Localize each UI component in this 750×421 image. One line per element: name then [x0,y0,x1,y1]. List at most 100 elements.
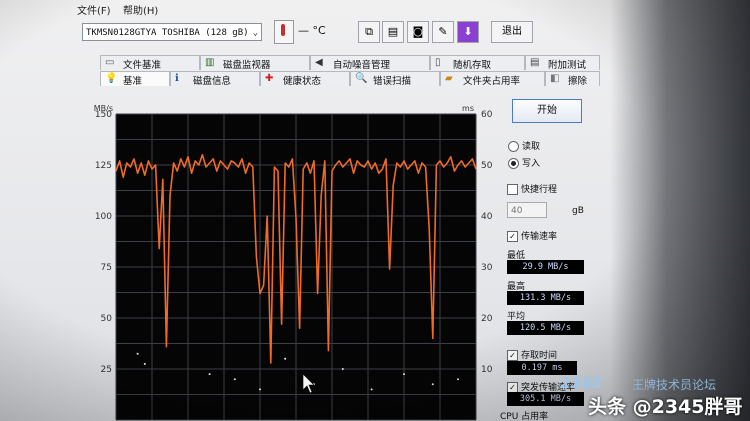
benchmark-chart-svg: MB/s ms150125100755025605040302010 [94,104,493,421]
options-button[interactable]: ✎ [432,21,454,43]
drive-select-value: TKMSN0128GTYA TOSHIBA (128 gB) [86,28,249,38]
avg-value: 120.5 MB/s [507,321,584,335]
start-button[interactable]: 开始 [512,99,582,123]
tab-disk-info[interactable]: ℹ 磁盘信息 [170,71,260,87]
random-access-icon: ▯ [435,57,441,68]
disk-info-icon: ℹ [175,73,179,84]
watermark: 2345 王牌技术员论坛 头条 @2345胖哥 [560,370,750,421]
short-stroke-unit: gB [572,206,584,216]
tab-label: 磁盘监视器 [223,60,271,71]
menu-help[interactable]: 帮助(H) [123,2,158,17]
y-left-tick-label: 100 [95,212,112,222]
read-label: 读取 [522,142,541,152]
eraser-icon: ◧ [550,73,560,84]
tab-benchmark[interactable]: 💡 基准 [100,71,170,87]
tab-health[interactable]: ✚ 健康状态 [260,71,350,87]
copy-text-button[interactable]: ⧉ [358,21,380,43]
folder-icon: ▰ [445,73,453,84]
tabs-row-top: ▭ 文件基准 ▥ 磁盘监视器 ◀ 自动噪音管理 ▯ 随机存取 ▤ 附加测试 [100,55,600,71]
y-right-tick-label: 10 [481,365,493,375]
short-stroke-checkbox[interactable] [507,184,518,195]
cpu-usage-label: CPU 占用率 [500,412,549,421]
drive-select[interactable]: TKMSN0128GTYA TOSHIBA (128 gB) ⌄ [82,23,262,41]
tab-error-scan[interactable]: 🔍 错误扫描 [350,71,440,87]
access-time-checkbox[interactable]: ✓ [507,350,518,361]
y-right-tick-label: 60 [481,110,493,120]
screenshot-button[interactable]: ◙ [407,21,429,43]
transfer-rate-label: 传输速率 [521,232,558,242]
y-right-tick-label: 40 [481,212,493,222]
short-stroke-label: 快捷行程 [521,185,558,195]
access-time-point [233,378,236,381]
thermometer-icon [274,20,294,44]
disk-monitor-icon: ▥ [205,57,215,68]
tab-label: 文件夹占用率 [463,76,521,87]
access-time-point [370,388,373,391]
y-left-tick-label: 75 [101,263,112,273]
tab-disk-monitor[interactable]: ▥ 磁盘监视器 [200,55,310,71]
min-value: 29.9 MB/s [507,260,584,274]
exit-button[interactable]: 退出 [491,21,533,43]
y-right-tick-label: 20 [481,314,493,324]
watermark-subtitle: 王牌技术员论坛 [632,378,717,392]
y-right-unit: ms [462,104,474,113]
access-time-point [136,352,139,355]
health-cross-icon: ✚ [265,73,274,84]
access-time-point [259,388,261,391]
settings-icon: ✎ [438,25,448,38]
write-radio[interactable] [508,158,519,169]
y-left-tick-label: 125 [95,161,112,171]
y-left-tick-label: 25 [101,365,112,375]
tab-folder-usage[interactable]: ▰ 文件夹占用率 [440,71,545,87]
y-right-tick-label: 50 [481,161,493,171]
tab-label: 磁盘信息 [193,76,232,87]
tab-label: 基准 [123,76,143,87]
benchmark-chart: MB/s ms 150 125 100 75 50 25 60 50 40 30 20 10 [0,100,500,421]
file-benchmark-icon: ▭ [105,57,115,68]
access-time-label: 存取时间 [521,351,558,361]
access-time-point [403,373,405,376]
max-value: 131.3 MB/s [507,291,584,305]
tab-aam[interactable]: ◀ 自动噪音管理 [310,55,430,71]
hdtune-window-photo: 文件(F) 帮助(H) TKMSN0128GTYA TOSHIBA (128 g… [0,0,750,421]
y-left-tick-label: 150 [95,110,112,120]
menu-file[interactable]: 文件(F) [77,2,111,17]
benchmark-icon: 💡 [105,73,118,84]
tabs-row-bottom: 💡 基准 ℹ 磁盘信息 ✚ 健康状态 🔍 错误扫描 ▰ 文件夹占用率 ◧ 擦除 [100,71,600,87]
access-time-point [457,378,459,381]
speaker-icon: ◀ [315,57,323,68]
tab-erase[interactable]: ◧ 擦除 [545,71,600,87]
transfer-rate-checkbox[interactable]: ✓ [507,231,518,242]
tab-random-access[interactable]: ▯ 随机存取 [430,55,525,71]
tab-label: 擦除 [568,76,588,87]
tab-label: 错误扫描 [373,76,412,87]
short-stroke-input[interactable]: 40 [507,202,547,218]
arrow-down-icon: ⬇ [463,25,473,38]
magnifier-icon: 🔍 [355,73,368,84]
watermark-handle: 头条 @2345胖哥 [588,396,743,418]
copy-image-icon: ▤ [387,25,399,38]
photo-shadow [610,0,750,421]
tab-file-benchmark[interactable]: ▭ 文件基准 [100,55,200,71]
tab-label: 随机存取 [453,60,492,71]
extra-tests-icon: ▤ [530,57,540,68]
tab-label: 健康状态 [283,76,322,87]
access-time-point [341,368,344,370]
temperature-readout: — °C [298,24,326,37]
y-right-tick-label: 30 [481,263,493,273]
watermark-logo: 2345 [560,374,602,392]
access-time-point [143,362,146,365]
chevron-down-icon: ⌄ [252,28,258,38]
read-radio[interactable] [508,141,519,152]
access-time-point [208,373,211,376]
y-left-tick-label: 50 [101,314,113,324]
access-time-point [284,357,287,360]
write-label: 写入 [522,159,541,169]
save-button[interactable]: ⬇ [457,21,479,43]
tab-label: 自动噪音管理 [333,60,391,71]
tab-label: 附加测试 [548,60,587,71]
tab-label: 文件基准 [123,60,162,71]
copy-icon: ⧉ [365,25,373,38]
tab-extra-tests[interactable]: ▤ 附加测试 [525,55,600,71]
copy-image-button[interactable]: ▤ [382,21,404,43]
